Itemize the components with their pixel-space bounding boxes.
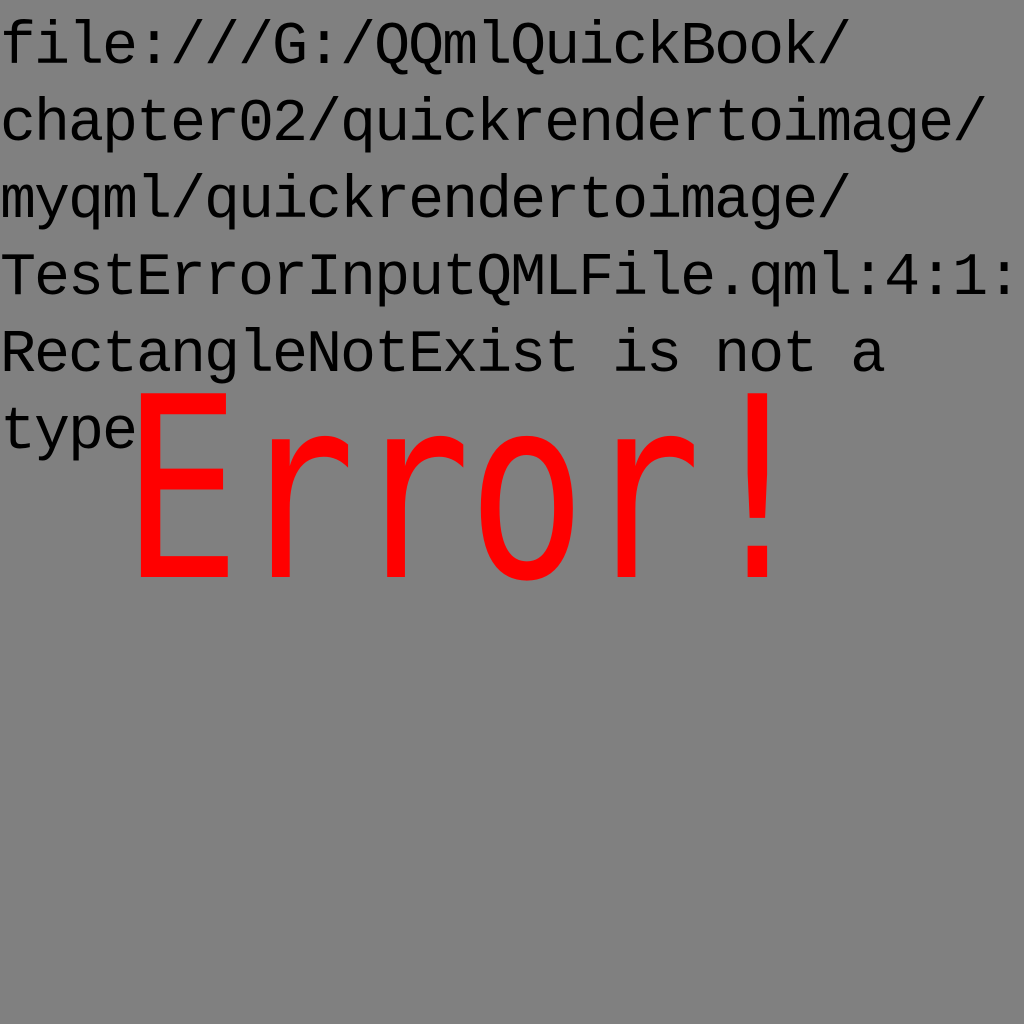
render-canvas: file:///G:/QQmlQuickBook/ chapter02/quic… (0, 0, 1024, 1024)
error-title: Error! (122, 344, 816, 637)
error-message-line: myqml/quickrendertoimage/ (0, 168, 852, 236)
error-message-line: file:///G:/QQmlQuickBook/ (0, 14, 852, 82)
error-message-line: TestErrorInputQMLFile.qml:4:1: (0, 245, 1022, 313)
error-message-line: chapter02/quickrendertoimage/ (0, 91, 988, 159)
